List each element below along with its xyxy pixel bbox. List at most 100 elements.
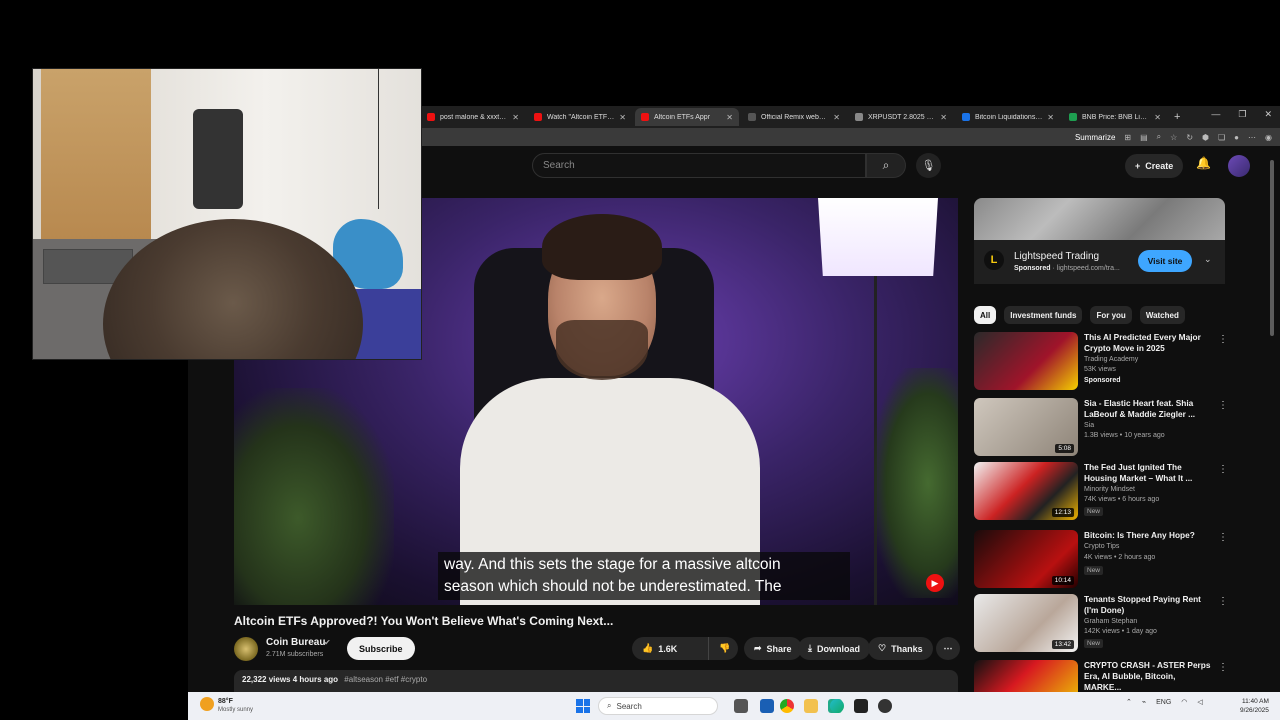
like-button[interactable]: 👍 1.6K [632, 637, 712, 660]
store-icon[interactable] [760, 699, 774, 713]
more-vert-icon[interactable]: ⋮ [1218, 400, 1228, 411]
browser-tab-active[interactable]: Altcoin ETFs Appr ✕ [635, 108, 739, 126]
folder-icon[interactable] [804, 699, 818, 713]
channel-avatar[interactable] [234, 637, 258, 661]
channel-name[interactable]: Coin Bureau [266, 637, 325, 648]
video-thumbnail[interactable]: 5:08 [974, 398, 1078, 456]
profile-icon[interactable]: ● [1234, 133, 1239, 142]
video-thumbnail[interactable] [974, 660, 1078, 692]
more-vert-icon[interactable]: ⋮ [1218, 596, 1228, 607]
search-input[interactable]: Search [532, 153, 866, 178]
close-tab-icon[interactable]: ✕ [726, 113, 733, 122]
recommendation-item[interactable]: 10:14 Bitcoin: Is There Any Hope? Crypto… [974, 530, 1232, 592]
file-explorer-icon[interactable] [734, 699, 748, 713]
ad-card[interactable]: L Lightspeed Trading Sponsored · lightsp… [974, 240, 1225, 284]
video-thumbnail[interactable]: 10:14 [974, 530, 1078, 588]
rec-title[interactable]: Sia - Elastic Heart feat. Shia LaBeouf &… [1084, 398, 1212, 420]
browser-tab[interactable]: Watch "Altcoin ETFs Ap ✕ [528, 108, 632, 126]
rec-title[interactable]: Bitcoin: Is There Any Hope? [1084, 530, 1212, 541]
refresh-icon[interactable]: ↻ [1186, 133, 1193, 142]
hashtags[interactable]: #altseason #etf #crypto [344, 675, 427, 684]
recommendation-item[interactable]: 12:13 The Fed Just Ignited The Housing M… [974, 462, 1232, 524]
video-thumbnail[interactable]: 12:13 [974, 462, 1078, 520]
recommendation-item[interactable]: 13:42 Tenants Stopped Paying Rent (I'm D… [974, 594, 1232, 656]
bookmark-star-icon[interactable]: ☆ [1170, 133, 1177, 142]
copilot-icon[interactable]: ◉ [1265, 133, 1272, 142]
close-window-button[interactable]: ✕ [1264, 109, 1272, 120]
more-vert-icon[interactable]: ⋮ [1218, 662, 1228, 673]
more-vert-icon[interactable]: ⋮ [1218, 464, 1228, 475]
video-thumbnail[interactable]: 13:42 [974, 594, 1078, 652]
wifi-icon[interactable]: ◠ [1181, 698, 1187, 706]
chevron-down-icon[interactable]: ⌄ [1204, 254, 1212, 265]
rec-title[interactable]: This AI Predicted Every Major Crypto Mov… [1084, 332, 1212, 354]
browser-tab[interactable]: Bitcoin Liquidations, Cr ✕ [956, 108, 1060, 126]
channel-watermark-icon[interactable]: ▶ [926, 574, 944, 592]
translate-icon[interactable]: ⊞ [1124, 133, 1131, 142]
reader-icon[interactable]: ▤ [1140, 133, 1148, 142]
browser-tab[interactable]: BNB Price: BNB Live Pr ✕ [1063, 108, 1167, 126]
page-scrollbar[interactable] [1268, 146, 1276, 692]
chip-for-you[interactable]: For you [1090, 306, 1132, 324]
description-box[interactable]: 22,322 views 4 hours ago #altseason #etf… [234, 670, 958, 692]
scrollbar-thumb[interactable] [1270, 160, 1274, 336]
terminal-icon[interactable] [854, 699, 868, 713]
more-vert-icon[interactable]: ⋮ [1218, 532, 1228, 543]
close-tab-icon[interactable]: ✕ [512, 113, 519, 122]
extensions-icon[interactable]: ⬢ [1202, 133, 1209, 142]
collections-icon[interactable]: ❏ [1218, 133, 1225, 142]
close-tab-icon[interactable]: ✕ [833, 113, 840, 122]
rec-title[interactable]: CRYPTO CRASH - ASTER Perps Era, AI Bubbl… [1084, 660, 1212, 692]
rec-channel[interactable]: Sia [1084, 422, 1094, 429]
subscribe-button[interactable]: Subscribe [347, 637, 415, 660]
language-indicator[interactable]: ENG [1156, 699, 1171, 706]
visit-site-button[interactable]: Visit site [1138, 250, 1192, 272]
new-tab-button[interactable]: + [1174, 111, 1180, 123]
rec-channel[interactable]: Crypto Tips [1084, 543, 1119, 550]
windows-start-icon[interactable] [576, 699, 590, 713]
recommendation-item[interactable]: CRYPTO CRASH - ASTER Perps Era, AI Bubbl… [974, 660, 1232, 692]
rec-title[interactable]: Tenants Stopped Paying Rent (I'm Done) [1084, 594, 1212, 616]
share-button[interactable]: ➦ Share [744, 637, 802, 660]
chrome-icon[interactable] [780, 699, 794, 713]
rec-channel[interactable]: Trading Academy [1084, 356, 1138, 363]
recommendation-item[interactable]: This AI Predicted Every Major Crypto Mov… [974, 332, 1232, 394]
network-icon[interactable]: ⌁ [1142, 698, 1146, 706]
browser-tab[interactable]: XRPUSDT 2.8025 ▲ +2 ✕ [849, 108, 953, 126]
voice-search-button[interactable]: 🎙 [916, 153, 941, 178]
menu-dots-icon[interactable]: ⋯ [1248, 133, 1256, 142]
rec-channel[interactable]: Minority Mindset [1084, 486, 1135, 493]
rec-channel[interactable]: Graham Stephan [1084, 618, 1137, 625]
browser-tab[interactable]: post malone & xxxtentac✕ [421, 108, 525, 126]
close-tab-icon[interactable]: ✕ [619, 113, 626, 122]
discord-icon[interactable] [878, 699, 892, 713]
download-button[interactable]: ⤓ Download [798, 637, 870, 660]
zoom-icon[interactable]: ⌕ [1157, 132, 1161, 142]
close-tab-icon[interactable]: ✕ [1047, 113, 1054, 122]
summarize-button[interactable]: Summarize [1075, 133, 1115, 142]
notifications-bell-icon[interactable]: 🔔 [1196, 156, 1211, 170]
weather-sun-icon[interactable] [200, 697, 214, 711]
thanks-button[interactable]: ♡ Thanks [868, 637, 933, 660]
minimize-button[interactable]: — [1211, 109, 1220, 120]
taskbar-clock[interactable]: 11:40 AM 9/26/2025 [1240, 697, 1269, 715]
volume-icon[interactable]: ◁ [1197, 698, 1202, 706]
recommendation-item[interactable]: 5:08 Sia - Elastic Heart feat. Shia LaBe… [974, 398, 1232, 460]
close-tab-icon[interactable]: ✕ [940, 113, 947, 122]
search-button[interactable]: ⌕ [866, 153, 906, 178]
chip-all[interactable]: All [974, 306, 997, 324]
dislike-button[interactable]: 👎 [708, 637, 738, 660]
maximize-button[interactable]: ❐ [1238, 109, 1246, 120]
taskbar-search-input[interactable]: ⌕ Search [598, 697, 718, 715]
browser-tab[interactable]: Official Remix websites ✕ [742, 108, 846, 126]
chip-watched[interactable]: Watched [1139, 306, 1185, 324]
create-button[interactable]: + Create [1125, 154, 1184, 178]
more-actions-button[interactable]: ⋯ [936, 637, 960, 660]
more-vert-icon[interactable]: ⋮ [1218, 334, 1228, 345]
weather-temperature[interactable]: 88°F [218, 698, 233, 705]
rec-title[interactable]: The Fed Just Ignited The Housing Market … [1084, 462, 1212, 484]
video-thumbnail[interactable] [974, 332, 1078, 390]
chip-investment-funds[interactable]: Investment funds [1004, 306, 1083, 324]
ad-banner-image[interactable] [974, 198, 1225, 240]
close-tab-icon[interactable]: ✕ [1154, 113, 1161, 122]
